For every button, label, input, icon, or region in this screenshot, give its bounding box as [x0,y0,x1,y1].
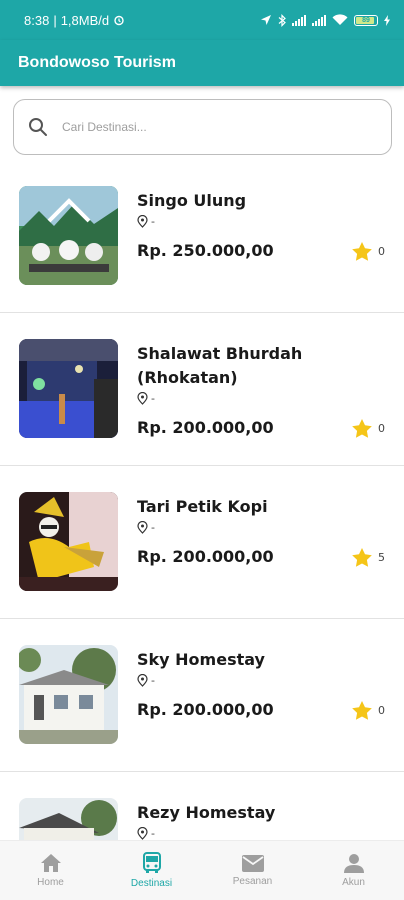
location-pin-icon [137,521,148,534]
destination-name: Singo Ulung [137,191,247,210]
search-icon [29,118,47,136]
destination-rating: 0 [352,701,385,720]
destination-name: Rezy Homestay [137,803,276,822]
destination-rating: 5 [352,548,385,567]
location-pin-icon [137,827,148,840]
destination-price: Rp. 250.000,00 [137,241,274,260]
search-box[interactable] [13,99,392,155]
location-pin-icon [137,674,148,687]
nav-item-destinasi[interactable]: Destinasi [101,841,202,900]
battery-icon: 89 [354,14,378,26]
star-icon [352,701,372,720]
location-arrow-icon [261,15,271,25]
destination-name: Sky Homestay [137,650,265,669]
charging-icon [384,14,390,26]
home-icon [40,854,61,872]
destination-card[interactable]: Singo Ulung - Rp. 250.000,00 0 [0,160,404,313]
bluetooth-icon [278,13,286,27]
app-bar: Bondowoso Tourism [0,40,404,86]
destination-location: - [137,521,155,534]
status-bar: 8:38 | 1,8MB/d 89 [0,0,404,40]
destination-image [19,492,118,591]
location-pin-icon [137,215,148,228]
destination-rating: 0 [352,242,385,261]
mail-icon [241,854,264,872]
wifi-icon [332,14,348,25]
destination-location: - [137,215,155,228]
destination-price: Rp. 200.000,00 [137,700,274,719]
search-input[interactable] [62,120,342,134]
destination-card[interactable]: Sky Homestay - Rp. 200.000,00 0 [0,619,404,772]
app-title: Bondowoso Tourism [18,54,176,71]
destination-location: - [137,674,155,687]
destination-image [19,186,118,285]
destination-name: Tari Petik Kopi [137,497,268,516]
destination-image [19,645,118,744]
destination-card[interactable]: Shalawat Bhurdah (Rhokatan) - Rp. 200.00… [0,313,404,466]
status-time: 8:38 [24,12,50,28]
destination-rating: 0 [352,419,385,438]
nav-item-home[interactable]: Home [0,841,101,900]
location-pin-icon [137,392,148,405]
destination-price: Rp. 200.000,00 [137,547,274,566]
person-icon [343,854,364,873]
destination-card[interactable]: Tari Petik Kopi - Rp. 200.000,00 5 [0,466,404,619]
star-icon [352,548,372,567]
destination-price: Rp. 200.000,00 [137,418,274,437]
bottom-nav: Home Destinasi Pesanan Akun [0,840,404,900]
signal-icon [292,14,306,26]
destination-image [19,339,118,438]
status-network-speed: 1,8MB/d [60,12,110,28]
star-icon [352,419,372,438]
star-icon [352,242,372,261]
destination-name: Shalawat Bhurdah (Rhokatan) [137,344,303,387]
destination-location: - [137,392,155,405]
nav-item-akun[interactable]: Akun [303,841,404,900]
nav-item-pesanan[interactable]: Pesanan [202,841,303,900]
destination-location: - [137,827,155,840]
alarm-icon [114,15,124,26]
signal-icon [312,14,326,26]
bus-icon [142,852,161,873]
